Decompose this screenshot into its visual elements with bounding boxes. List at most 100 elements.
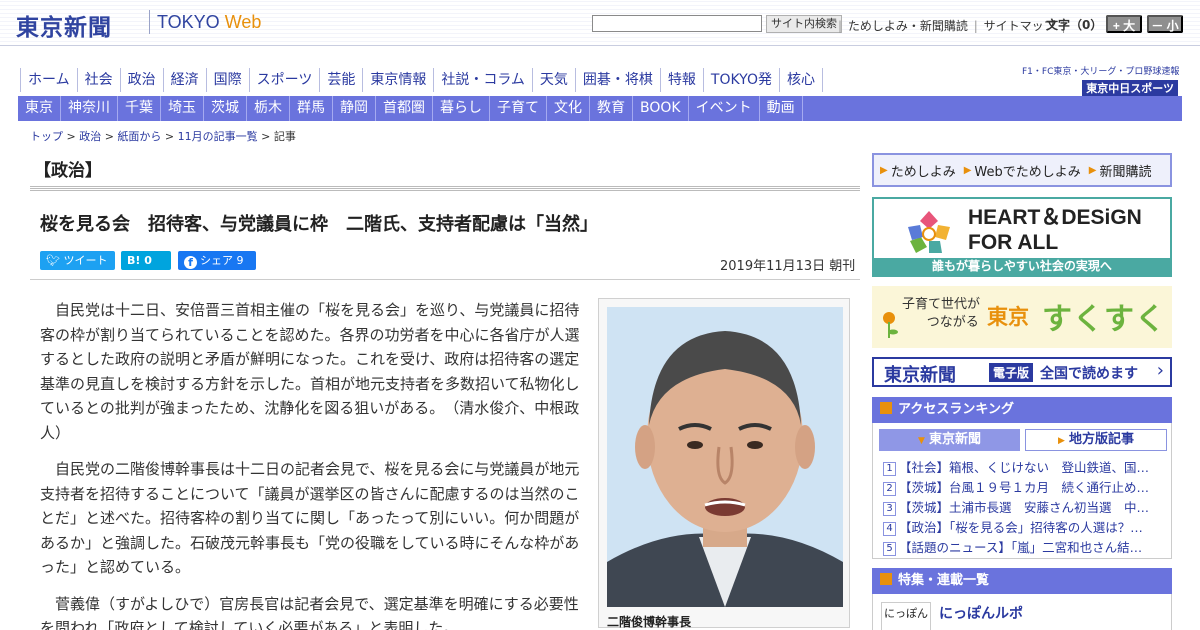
publish-date: 2019年11月13日 朝刊 — [720, 259, 856, 274]
regional-nav-item[interactable]: 埼玉 — [161, 96, 204, 121]
feature-thumbnail[interactable]: にっぽん — [881, 602, 931, 630]
main-nav-item[interactable]: スポーツ — [250, 68, 321, 92]
chevron-right-icon: › — [1156, 360, 1164, 381]
facebook-share-button[interactable]: f シェア 9 — [178, 251, 256, 270]
share-label: シェア 9 — [200, 254, 244, 267]
ranking-number: 1 — [883, 462, 896, 476]
suku-sub-2: つながる — [926, 315, 979, 330]
ranking-item-text: 【話題のニュース】「嵐」二宮和也さん結… — [899, 540, 1143, 555]
main-nav-item[interactable]: 囲碁・将棋 — [576, 68, 661, 92]
square-bullet-icon — [880, 402, 892, 414]
ranking-tab-local[interactable]: ▶ 地方版記事 — [1025, 429, 1167, 451]
regional-nav-item[interactable]: 教育 — [590, 96, 633, 121]
hatena-bookmark-button[interactable]: B! 0 — [121, 251, 171, 270]
photo-caption: 二階俊博幹事長 — [607, 615, 692, 629]
site-search-button[interactable]: サイト内検索 — [766, 15, 842, 33]
ranking-number: 4 — [883, 522, 896, 536]
ranking-list: 1 【社会】箱根、くじけない 登山鉄道、国… 2 【茨城】台風１９号１カ月 続く通行止… — [883, 458, 1165, 558]
web-trial-link[interactable]: Webでためしよみ — [974, 161, 1080, 180]
ranking-title: アクセスランキング — [898, 402, 1014, 417]
main-nav-item[interactable]: 政治 — [121, 68, 164, 92]
regional-nav-item[interactable]: BOOK — [633, 96, 689, 121]
ranking-number: 2 — [883, 482, 896, 496]
regional-nav-item[interactable]: 神奈川 — [61, 96, 118, 121]
feature-header: 特集・連載一覧 — [872, 568, 1172, 594]
article-photo-figure: 二階俊博幹事長 — [598, 298, 850, 629]
breadcrumb-current: 記事 — [273, 130, 296, 143]
regional-nav-item[interactable]: 文化 — [547, 96, 590, 121]
trial-read-link[interactable]: ためしよみ — [891, 161, 956, 180]
denshi-badge: 電子版 — [989, 363, 1034, 382]
main-nav-item[interactable]: 東京情報 — [363, 68, 435, 92]
section-divider — [30, 186, 860, 191]
main-nav-item[interactable]: 核心 — [780, 68, 823, 92]
ranking-tab-tokyo[interactable]: ▼ 東京新聞 — [879, 429, 1020, 451]
heart-design-title: HEART＆DESiGN FOR ALL — [968, 205, 1142, 255]
site-logo[interactable]: 東京新聞 — [16, 8, 112, 42]
main-nav-item[interactable]: 経済 — [164, 68, 207, 92]
util-separator: | — [973, 19, 978, 33]
ranking-item[interactable]: 4 【政治】「桜を見る会」招待客の人選は？… — [883, 518, 1165, 538]
regional-nav-item[interactable]: 首都圏 — [376, 96, 433, 121]
breadcrumb-from-paper[interactable]: 紙面から — [117, 130, 161, 143]
triangle-right-icon: ▶ — [1058, 436, 1065, 446]
sukusuku-banner[interactable]: 子育て世代が つながる 東京 すくすく — [872, 286, 1172, 348]
font-size-label: 文字（0） — [1046, 18, 1103, 32]
regional-nav-item[interactable]: 群馬 — [290, 96, 333, 121]
article-photo[interactable] — [607, 307, 843, 607]
ranking-item-text: 【政治】「桜を見る会」招待客の人選は？… — [899, 520, 1143, 535]
ranking-item[interactable]: 5 【話題のニュース】「嵐」二宮和也さん結… — [883, 538, 1165, 558]
main-nav-item[interactable]: 芸能 — [320, 68, 364, 92]
logo-divider — [149, 10, 150, 34]
regional-nav-item[interactable]: 茨城 — [204, 96, 247, 121]
utility-links: | ためしよみ・新聞購読 | サイトマップ | — [836, 17, 1067, 34]
main-nav-item[interactable]: 社会 — [78, 68, 121, 92]
main-nav-item[interactable]: TOKYO発 — [704, 68, 780, 92]
ranking-number: 5 — [883, 542, 896, 556]
portrait-illustration — [607, 307, 843, 607]
search-input[interactable] — [592, 15, 762, 32]
ranking-item[interactable]: 3 【茨城】土浦市長選 安藤さん初当選 中… — [883, 498, 1165, 518]
section-title: 【政治】 — [34, 161, 102, 181]
denshi-text: 全国で読めます — [1040, 366, 1138, 382]
breadcrumb-politics[interactable]: 政治 — [79, 130, 101, 143]
digital-edition-banner[interactable]: 東京新聞 電子版 全国で読めます › — [872, 357, 1172, 387]
site-logo-english[interactable]: TOKYO Web — [157, 12, 261, 33]
regional-nav-item[interactable]: 千葉 — [118, 96, 161, 121]
regional-nav-item[interactable]: 動画 — [760, 96, 803, 121]
heart-design-banner[interactable]: HEART＆DESiGN FOR ALL 誰もが暮らしやすい社会の実現へ — [872, 197, 1172, 277]
ranking-item[interactable]: 2 【茨城】台風１９号１カ月 続く通行止め… — [883, 478, 1165, 498]
font-larger-button[interactable]: + 大 — [1106, 15, 1142, 33]
regional-nav-item[interactable]: 東京 — [18, 96, 61, 121]
heart-design-caption: 誰もが暮らしやすい社会の実現へ — [874, 258, 1170, 275]
regional-nav-item[interactable]: 暮らし — [433, 96, 490, 121]
logo-en-web: Web — [224, 12, 262, 32]
main-nav-item[interactable]: 社説・コラム — [434, 68, 533, 92]
regional-nav-item[interactable]: 子育て — [490, 96, 547, 121]
square-bullet-icon — [880, 573, 892, 585]
regional-navigation: 東京 神奈川 千葉 埼玉 茨城 栃木 群馬 静岡 首都圏 暮らし 子育て 文化 教育 BOOK イベント 動画 — [18, 96, 1182, 121]
sitemap-link[interactable]: サイトマップ — [984, 19, 1056, 33]
ranking-item[interactable]: 1 【社会】箱根、くじけない 登山鉄道、国… — [883, 458, 1165, 478]
subscribe-link[interactable]: 新聞購読 — [1099, 161, 1151, 180]
font-smaller-button[interactable]: － 小 — [1147, 15, 1183, 33]
article-body: 自民党は十二日、安倍晋三首相主催の「桜を見る会」を巡り、与党議員に招待客の枠が割… — [40, 298, 585, 630]
ranking-tab2-label: 地方版記事 — [1068, 432, 1134, 447]
regional-nav-item[interactable]: 静岡 — [333, 96, 376, 121]
regional-nav-item[interactable]: 栃木 — [247, 96, 290, 121]
main-nav-item[interactable]: 天気 — [533, 68, 576, 92]
feature-item-link[interactable]: にっぽんルポ — [939, 603, 1023, 623]
trial-subscribe-link[interactable]: ためしよみ・新聞購読 — [848, 19, 968, 33]
ranking-number: 3 — [883, 502, 896, 516]
article-paragraph: 自民党の二階俊博幹事長は十二日の記者会見で、桜を見る会に与党議員が地元支持者を招… — [40, 460, 580, 576]
breadcrumb-monthly-list[interactable]: 11月の記事一覧 — [178, 130, 258, 143]
regional-nav-item[interactable]: イベント — [689, 96, 760, 121]
breadcrumb: トップ > 政治 > 紙面から > 11月の記事一覧 > 記事 — [30, 130, 296, 143]
chunichi-sports-link[interactable]: F1・FC東京・大リーグ・プロ野球速報 東京中日スポーツ — [1022, 64, 1179, 96]
arrow-icon: ▶ — [963, 164, 972, 176]
main-nav-item[interactable]: 国際 — [207, 68, 250, 92]
main-nav-item[interactable]: ホーム — [20, 68, 78, 92]
tweet-button[interactable]: 🐦︎ ツイート — [40, 251, 115, 270]
breadcrumb-top[interactable]: トップ — [30, 130, 63, 143]
main-nav-item[interactable]: 特報 — [661, 68, 704, 92]
